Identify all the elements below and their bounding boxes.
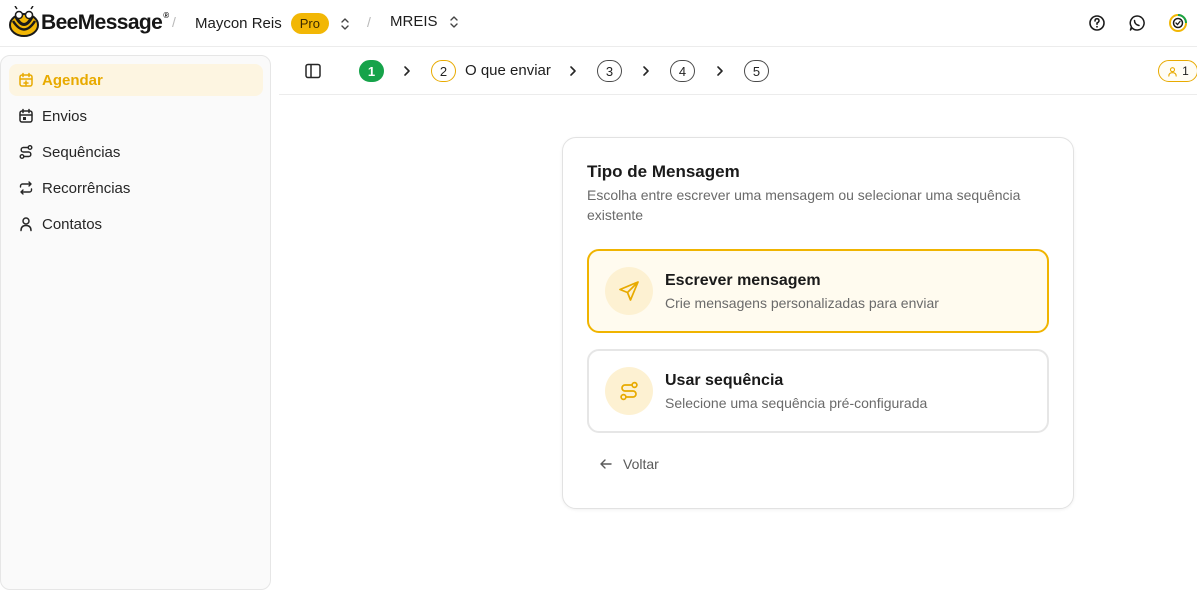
calendar-plus-icon bbox=[19, 72, 33, 87]
project-switcher[interactable]: MREIS bbox=[390, 13, 460, 30]
option-description: Crie mensagens personalizadas para envia… bbox=[665, 295, 939, 311]
option-use-sequence[interactable]: Usar sequência Selecione uma sequência p… bbox=[587, 349, 1049, 433]
sidebar-toggle-icon[interactable] bbox=[304, 62, 322, 80]
route-icon bbox=[620, 381, 638, 401]
sidebar-item-label: Recorrências bbox=[42, 179, 131, 197]
repeat-icon bbox=[19, 181, 33, 195]
sidebar-item-envios[interactable]: Envios bbox=[9, 100, 263, 132]
breadcrumb-separator: / bbox=[172, 14, 176, 30]
workspace-name: Maycon Reis bbox=[195, 15, 282, 32]
message-type-card: Tipo de Mensagem Escolha entre escrever … bbox=[562, 137, 1074, 509]
option-description: Selecione uma sequência pré-configurada bbox=[665, 395, 928, 411]
breadcrumb-separator: / bbox=[367, 14, 371, 30]
step-2-label: O que enviar bbox=[465, 62, 551, 79]
option-icon-circle bbox=[605, 267, 653, 315]
option-icon-circle bbox=[605, 367, 653, 415]
sidebar-item-contatos[interactable]: Contatos bbox=[9, 208, 263, 240]
help-icon[interactable] bbox=[1088, 14, 1106, 32]
whatsapp-icon[interactable] bbox=[1128, 14, 1146, 32]
option-title: Usar sequência bbox=[665, 372, 784, 389]
chevron-right-icon bbox=[570, 66, 576, 76]
step-2[interactable]: 2 bbox=[431, 60, 456, 82]
option-title: Escrever mensagem bbox=[665, 272, 821, 289]
chevrons-up-down-icon bbox=[341, 17, 349, 30]
step-1[interactable]: 1 bbox=[359, 60, 384, 82]
chevron-right-icon bbox=[717, 66, 723, 76]
selected-contacts-badge[interactable]: 1 bbox=[1158, 60, 1197, 82]
workspace-switcher[interactable]: Maycon Reis Pro bbox=[195, 13, 351, 34]
chevron-right-icon bbox=[643, 66, 649, 76]
step-5[interactable]: 5 bbox=[744, 60, 769, 82]
option-write-message[interactable]: Escrever mensagem Crie mensagens persona… bbox=[587, 249, 1049, 333]
sidebar-item-recorrencias[interactable]: Recorrências bbox=[9, 172, 263, 204]
sidebar-item-sequencias[interactable]: Sequências bbox=[9, 136, 263, 168]
back-button[interactable]: Voltar bbox=[599, 456, 659, 472]
logo[interactable]: BeeMessage® bbox=[7, 6, 169, 40]
project-name: MREIS bbox=[390, 13, 438, 30]
route-icon bbox=[19, 145, 33, 159]
sidebar: Agendar Envios Sequências Recorrências C… bbox=[0, 55, 271, 590]
sidebar-item-label: Sequências bbox=[42, 143, 121, 161]
stepper-bar: 1 2 O que enviar 3 4 5 1 bbox=[279, 47, 1197, 95]
back-button-label: Voltar bbox=[623, 456, 659, 472]
logo-text: BeeMessage® bbox=[41, 11, 169, 34]
sidebar-item-agendar[interactable]: Agendar bbox=[9, 64, 263, 96]
calendar-icon bbox=[19, 108, 33, 123]
plan-badge: Pro bbox=[290, 13, 329, 34]
profile-progress-icon[interactable] bbox=[1168, 13, 1188, 33]
sidebar-item-label: Envios bbox=[42, 107, 88, 125]
chevron-right-icon bbox=[404, 66, 410, 76]
arrow-left-icon bbox=[600, 459, 612, 469]
send-icon bbox=[619, 281, 639, 301]
user-icon bbox=[20, 217, 32, 232]
sidebar-item-label: Contatos bbox=[42, 215, 103, 233]
bee-logo-icon bbox=[9, 6, 39, 37]
step-3[interactable]: 3 bbox=[597, 60, 622, 82]
card-title: Tipo de Mensagem bbox=[587, 162, 740, 181]
card-description: Escolha entre escrever uma mensagem ou s… bbox=[587, 187, 1021, 223]
chevrons-up-down-icon bbox=[449, 15, 458, 28]
top-bar: BeeMessage® / Maycon Reis Pro / MREIS bbox=[0, 0, 1197, 47]
user-icon bbox=[1168, 66, 1177, 77]
contacts-count: 1 bbox=[1182, 64, 1189, 78]
step-4[interactable]: 4 bbox=[670, 60, 695, 82]
sidebar-item-label: Agendar bbox=[42, 71, 103, 89]
